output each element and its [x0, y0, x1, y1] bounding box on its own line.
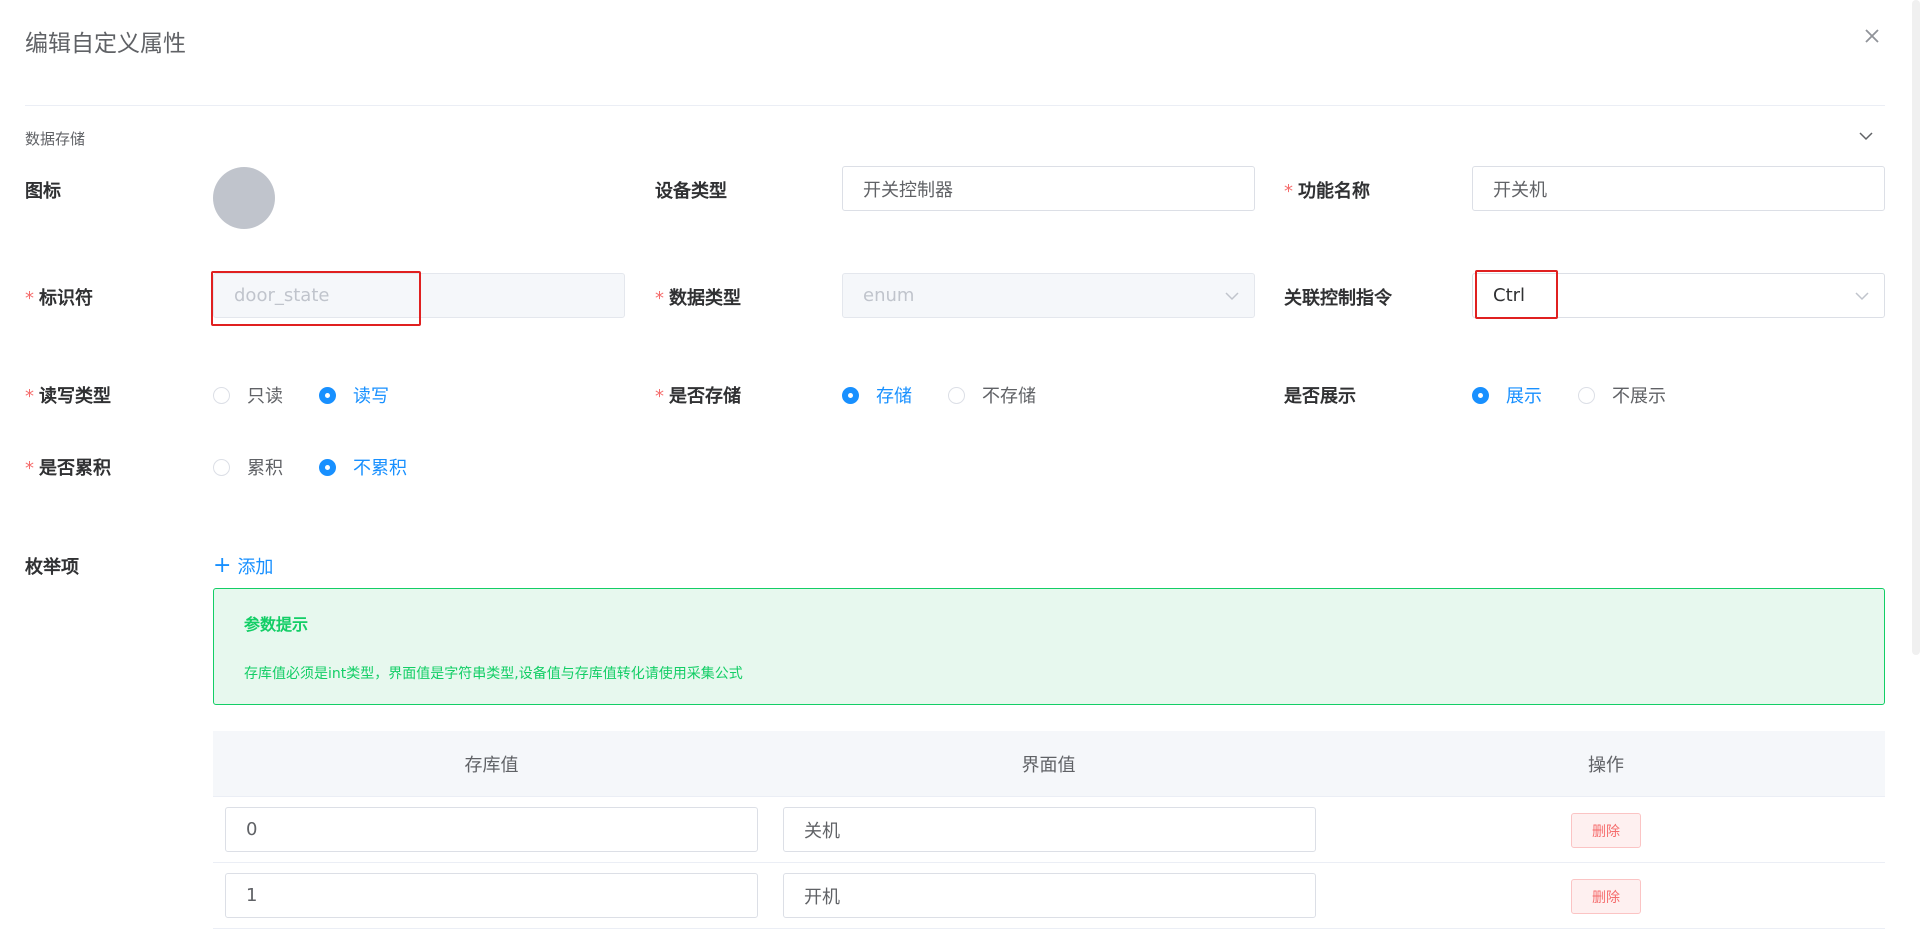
- identifier-highlight-box: [211, 271, 421, 326]
- display-value-input[interactable]: 关机: [783, 807, 1316, 852]
- accumulate-radio-group: 累积 不累积: [213, 454, 443, 480]
- edit-custom-attribute-dialog: 编辑自定义属性 数据存储 图标 设备类型 开关控制器 * 功能名称 开关机 * 标识…: [0, 0, 1920, 942]
- header-divider: [25, 105, 1885, 106]
- alert-title: 参数提示: [244, 615, 309, 634]
- function-name-label: * 功能名称: [1284, 181, 1370, 202]
- chevron-down-icon: [1225, 292, 1239, 301]
- close-icon[interactable]: [1860, 24, 1884, 48]
- data-type-select[interactable]: enum: [842, 273, 1255, 318]
- data-type-label: * 数据类型: [655, 288, 741, 309]
- radio-display[interactable]: 展示: [1472, 382, 1542, 408]
- dialog-title: 编辑自定义属性: [25, 31, 186, 57]
- delete-button[interactable]: 删除: [1571, 813, 1641, 848]
- display-radio-group: 展示 不展示: [1472, 382, 1702, 408]
- radio-no-store[interactable]: 不存储: [948, 382, 1036, 408]
- rw-type-radio-group: 只读 读写: [213, 382, 425, 408]
- accumulate-label: * 是否累积: [25, 458, 111, 479]
- display-label: 是否展示: [1284, 386, 1356, 407]
- linked-command-highlight-box: [1475, 270, 1558, 319]
- function-name-input[interactable]: 开关机: [1472, 166, 1885, 211]
- param-hint-alert: 参数提示 存库值必须是int类型，界面值是字符串类型,设备值与存库值转化请使用采…: [213, 588, 1885, 705]
- store-value-input[interactable]: 0: [225, 807, 758, 852]
- store-value-input[interactable]: 1: [225, 873, 758, 918]
- device-type-input[interactable]: 开关控制器: [842, 166, 1255, 211]
- radio-readwrite[interactable]: 读写: [319, 382, 389, 408]
- header-display-value: 界面值: [1021, 754, 1076, 776]
- chevron-down-icon: [1855, 292, 1869, 301]
- avatar[interactable]: [213, 167, 275, 229]
- enum-label: 枚举项: [25, 557, 79, 578]
- add-button[interactable]: + 添加: [213, 553, 273, 579]
- scrollbar[interactable]: [1912, 0, 1920, 655]
- radio-no-accumulate[interactable]: 不累积: [319, 454, 407, 480]
- header-store-value: 存库值: [464, 754, 519, 776]
- delete-button[interactable]: 删除: [1571, 879, 1641, 914]
- store-label: * 是否存储: [655, 386, 741, 407]
- device-type-label: 设备类型: [655, 181, 727, 202]
- linked-command-label: 关联控制指令: [1284, 288, 1392, 309]
- icon-label: 图标: [25, 181, 61, 202]
- plus-icon: +: [213, 553, 232, 578]
- rw-type-label: * 读写类型: [25, 386, 111, 407]
- chevron-down-icon[interactable]: [1856, 126, 1876, 146]
- table-header: 存库值 界面值 操作: [213, 731, 1885, 797]
- table-row: 0 关机 删除: [213, 797, 1885, 863]
- section-title: 数据存储: [25, 130, 86, 148]
- radio-no-display[interactable]: 不展示: [1578, 382, 1666, 408]
- table-row: 1 开机 删除: [213, 863, 1885, 929]
- header-action: 操作: [1588, 754, 1624, 776]
- radio-store[interactable]: 存储: [842, 382, 912, 408]
- enum-table: 存库值 界面值 操作 0 关机 删除 1 开机 删除: [213, 731, 1885, 929]
- display-value-input[interactable]: 开机: [783, 873, 1316, 918]
- alert-description: 存库值必须是int类型，界面值是字符串类型,设备值与存库值转化请使用采集公式: [244, 666, 743, 682]
- radio-accumulate[interactable]: 累积: [213, 454, 283, 480]
- identifier-label: * 标识符: [25, 288, 93, 309]
- store-radio-group: 存储 不存储: [842, 382, 1072, 408]
- radio-readonly[interactable]: 只读: [213, 382, 283, 408]
